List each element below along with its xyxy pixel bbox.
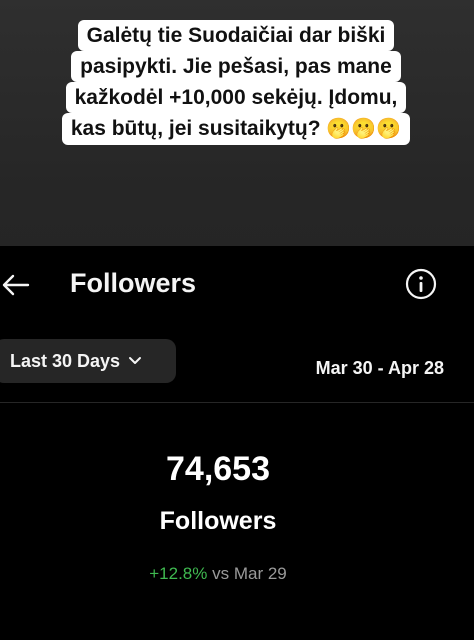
caption-line-2: pasipykti. Jie pešasi, pas mane	[71, 51, 401, 82]
change-compare: vs Mar 29	[212, 564, 287, 583]
caption-line-4: kas būtų, jei susitaikytų? 🫢🫢🫢	[61, 113, 411, 145]
caption-line-1: Galėtų tie Suodaičiai dar biški	[77, 20, 395, 51]
caption-line-3: kažkodėl +10,000 sekėjų. Įdomu,	[65, 82, 407, 113]
emoji-icon: 🫢🫢🫢	[326, 118, 402, 140]
date-range-text: Mar 30 - Apr 28	[315, 358, 444, 378]
insights-panel: Followers Last 30 Days Mar 30 - Apr 28 7…	[0, 246, 474, 640]
top-bar: Followers	[0, 246, 474, 326]
caption-line-4-text: kas būtų, jei susitaikytų?	[70, 117, 321, 140]
page-title: Followers	[70, 268, 197, 298]
date-range-dropdown-label: Last 30 Days	[10, 350, 121, 371]
arrow-left-icon[interactable]	[0, 270, 30, 300]
date-range-dropdown[interactable]: Last 30 Days	[0, 339, 176, 383]
followers-count: 74,653	[166, 450, 270, 488]
followers-change: +12.8% vs Mar 29	[0, 564, 436, 584]
divider	[0, 402, 474, 403]
info-icon[interactable]	[405, 268, 437, 300]
story-caption: Galėtų tie Suodaičiai dar biški pasipykt…	[34, 20, 438, 145]
chevron-down-icon	[129, 357, 142, 364]
followers-label: Followers	[159, 507, 277, 535]
change-percent: +12.8%	[149, 564, 208, 583]
